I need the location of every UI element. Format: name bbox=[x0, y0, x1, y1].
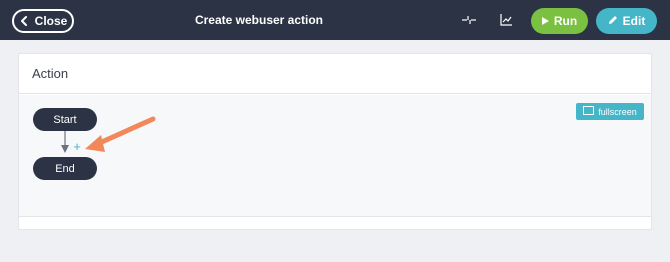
close-button[interactable]: Close bbox=[12, 9, 74, 33]
fullscreen-button[interactable]: fullscreen bbox=[576, 103, 644, 120]
arrow-annotation bbox=[85, 116, 156, 152]
run-button-label: Run bbox=[553, 14, 578, 28]
card-title: Action bbox=[19, 54, 651, 94]
flow-canvas[interactable]: fullscreen Start + End bbox=[19, 95, 651, 217]
action-card: Action fullscreen Start + End bbox=[18, 53, 652, 230]
edit-button-label: Edit bbox=[622, 14, 646, 28]
close-button-label: Close bbox=[34, 14, 68, 28]
line-chart-icon[interactable] bbox=[498, 12, 514, 28]
page-title: Create webuser action bbox=[194, 13, 324, 27]
play-icon bbox=[541, 14, 549, 28]
end-node-label: End bbox=[55, 162, 75, 175]
expand-icon bbox=[583, 106, 595, 117]
pencil-icon bbox=[608, 14, 618, 28]
start-node-label: Start bbox=[53, 113, 77, 126]
edit-button[interactable]: Edit bbox=[596, 8, 657, 34]
run-button[interactable]: Run bbox=[531, 8, 588, 34]
chevron-left-icon bbox=[19, 16, 29, 26]
fullscreen-label: fullscreen bbox=[598, 106, 637, 117]
compress-icon[interactable] bbox=[461, 12, 477, 28]
flow-connector bbox=[61, 131, 69, 153]
top-bar: Close Create webuser action Run Edit bbox=[0, 0, 670, 40]
end-node[interactable]: End bbox=[33, 157, 97, 180]
